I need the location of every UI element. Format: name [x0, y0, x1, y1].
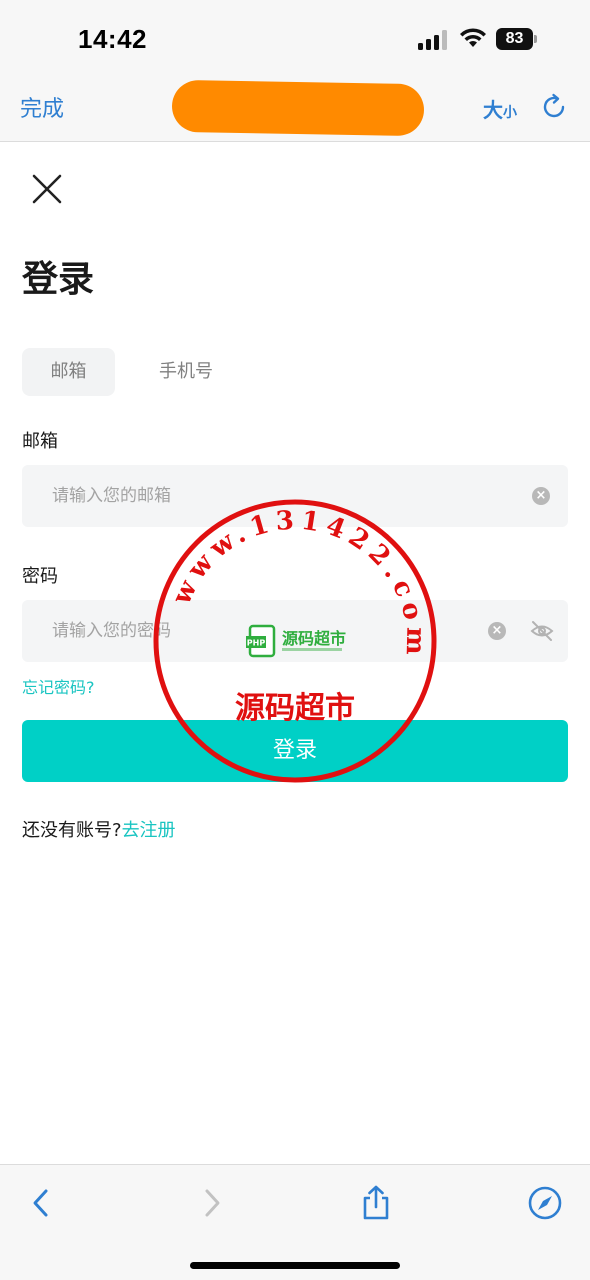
chevron-left-icon[interactable] [24, 1185, 60, 1221]
share-icon[interactable] [358, 1185, 394, 1221]
font-size-big-label: 大 [483, 98, 503, 122]
compass-icon[interactable] [527, 1185, 563, 1221]
login-button[interactable]: 登录 [22, 720, 568, 782]
register-row: 还没有账号?去注册 [22, 816, 176, 842]
email-label: 邮箱 [22, 431, 58, 452]
page-title: 登录 [22, 259, 95, 300]
browser-nav-bar: 完成 大小 [0, 76, 590, 142]
wifi-icon [460, 28, 486, 47]
cellular-signal-icon [418, 30, 447, 50]
battery-level: 83 [505, 30, 524, 47]
font-size-button[interactable]: 大小 [483, 94, 517, 123]
clear-icon[interactable]: × [532, 487, 550, 505]
clear-icon[interactable]: × [488, 622, 506, 640]
password-label: 密码 [22, 566, 58, 587]
status-time: 14:42 [78, 24, 147, 54]
register-prompt: 还没有账号? [22, 820, 122, 841]
password-field: × [22, 600, 568, 662]
battery-cap [534, 35, 537, 43]
email-input[interactable] [52, 465, 472, 527]
font-size-small-label: 小 [503, 105, 517, 121]
battery-indicator: 83 [496, 28, 538, 50]
forgot-password-link[interactable]: 忘记密码? [22, 674, 95, 698]
home-indicator [190, 1262, 400, 1269]
status-bar: 14:42 83 [0, 0, 590, 76]
register-link[interactable]: 去注册 [122, 820, 176, 841]
close-icon[interactable] [30, 172, 64, 206]
done-button[interactable]: 完成 [20, 91, 64, 123]
tab-email[interactable]: 邮箱 [22, 348, 115, 396]
email-field: × [22, 465, 568, 527]
eye-off-icon[interactable] [530, 620, 554, 642]
reload-icon[interactable] [540, 93, 568, 121]
password-input[interactable] [52, 600, 472, 662]
chevron-right-icon[interactable] [194, 1185, 230, 1221]
title-redaction [171, 79, 425, 137]
tab-phone[interactable]: 手机号 [150, 348, 222, 396]
